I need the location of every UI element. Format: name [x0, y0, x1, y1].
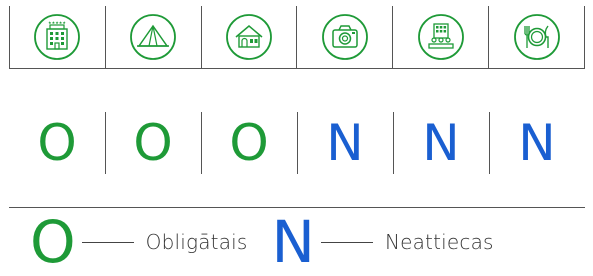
conference-icon [417, 14, 464, 60]
letter-cell: N [489, 107, 585, 179]
svg-text:★★★★★: ★★★★★ [48, 20, 66, 25]
legend-not-applicable-label: Neattiecas [384, 230, 494, 254]
letter-cell: N [297, 107, 393, 179]
not-applicable-letter: N [326, 114, 364, 172]
legend-mandatory-label: Obligātais [145, 230, 248, 254]
tent-icon [130, 14, 177, 60]
category-icon-row: ★★★★★ [9, 6, 585, 68]
camera-icon [321, 14, 368, 60]
letter-cell: N [393, 107, 489, 179]
icon-row-underline [9, 68, 585, 69]
icon-cell-tent [104, 6, 201, 68]
not-applicable-letter: N [518, 114, 556, 172]
legend-not-applicable-letter: N [271, 208, 315, 276]
legend-dash [320, 241, 373, 243]
not-applicable-letter: N [422, 114, 460, 172]
hotel-icon: ★★★★★ [34, 14, 81, 60]
mandatory-letter: O [229, 114, 269, 172]
guesthouse-icon [226, 14, 272, 60]
icon-cell-guesthouse [200, 6, 297, 68]
letter-cell: O [105, 107, 201, 179]
mandatory-letter: O [133, 114, 173, 172]
letter-cell: O [201, 107, 297, 179]
icon-cell-camera [296, 6, 392, 68]
legend-dash [81, 241, 134, 243]
legend: O Obligātais N Neattiecas [30, 208, 494, 276]
mandatory-letter: O [37, 114, 77, 172]
icon-cell-dining [488, 6, 585, 68]
status-letter-row: O O O N N N [9, 107, 585, 179]
letter-cell: O [9, 107, 105, 179]
icon-cell-conference [392, 6, 488, 68]
legend-mandatory-letter: O [30, 208, 76, 276]
icon-cell-hotel: ★★★★★ [9, 6, 105, 68]
dining-icon [513, 14, 560, 60]
